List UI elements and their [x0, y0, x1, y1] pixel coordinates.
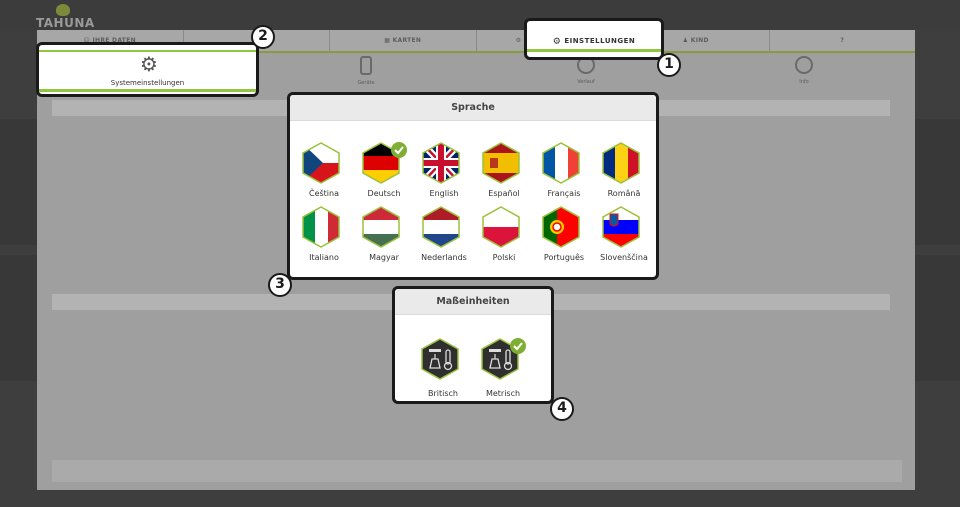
logo-mark	[56, 4, 70, 16]
backdrop-strip	[915, 255, 960, 381]
si-flag-icon	[602, 206, 640, 248]
language-option-hu[interactable]: Magyar	[354, 205, 414, 262]
app-logo: TAHUNA	[36, 4, 96, 30]
language-label: Italiano	[309, 253, 339, 262]
nl-flag-icon	[422, 206, 460, 248]
unit-label: Britisch	[428, 389, 458, 398]
language-option-it[interactable]: Italiano	[294, 205, 354, 262]
language-label: Deutsch	[367, 189, 401, 198]
system-settings-label: Systemeinstellungen	[110, 79, 185, 87]
tab-help[interactable]: ?	[768, 30, 916, 52]
units-title: Maßeinheiten	[395, 289, 551, 315]
language-label: Magyar	[369, 253, 399, 262]
it-flag-icon	[302, 206, 340, 248]
phone-icon	[360, 56, 372, 75]
language-option-pl[interactable]: Polski	[474, 205, 534, 262]
language-title: Sprache	[290, 95, 656, 121]
pt-flag-icon	[542, 206, 580, 248]
callout-badge-2: 2	[251, 25, 275, 49]
language-label: Español	[488, 189, 520, 198]
backdrop-strip	[0, 119, 37, 245]
sub-item-label: Verlauf	[577, 79, 595, 85]
units-panel: Maßeinheiten Britisch Metrisch	[392, 286, 554, 404]
tab-settings-label: EINSTELLUNGEN	[564, 37, 636, 45]
de-flag-icon	[362, 142, 407, 184]
info-icon	[795, 56, 813, 74]
system-settings-highlight[interactable]: ⚙ Systemeinstellungen	[36, 42, 259, 97]
imperial-units-icon	[421, 338, 459, 380]
language-option-fr[interactable]: Français	[534, 141, 594, 198]
language-option-es[interactable]: Español	[474, 141, 534, 198]
language-label: Čeština	[308, 189, 339, 198]
language-option-pt[interactable]: Português	[534, 205, 594, 262]
ro-flag-icon	[602, 142, 640, 184]
language-label: Français	[547, 189, 581, 198]
language-label: Slovenščina	[600, 253, 648, 262]
metric-units-icon	[481, 338, 526, 380]
hu-flag-icon	[362, 206, 400, 248]
language-option-cz[interactable]: Čeština	[294, 141, 354, 198]
gb-flag-icon	[422, 142, 460, 184]
gear-icon: ⚙	[140, 52, 158, 76]
callout-badge-4: 4	[550, 397, 574, 421]
language-option-si[interactable]: Slovenščina	[594, 205, 654, 262]
pl-flag-icon	[482, 206, 520, 248]
tab-maps[interactable]: ▦ KARTEN	[329, 30, 476, 52]
unit-option-metric[interactable]: Metrisch	[473, 337, 533, 398]
sub-item-info[interactable]: Info	[774, 56, 834, 85]
unit-option-imperial[interactable]: Britisch	[413, 337, 473, 398]
language-label: Nederlands	[421, 253, 467, 262]
fr-flag-icon	[542, 142, 580, 184]
accent-line	[39, 89, 256, 92]
callout-badge-1: 1	[657, 53, 681, 77]
sub-item-history[interactable]: Verlauf	[556, 56, 616, 85]
language-panel: Sprache Čeština Deutsch English Español Fran…	[287, 92, 659, 280]
footer-bar-dimmed	[52, 460, 902, 482]
language-option-ro[interactable]: Română	[594, 141, 654, 198]
screen: TAHUNA ☺ IHRE DATEN ▦ KARTEN ⚙ EINSTELLU…	[0, 0, 960, 507]
tab-settings[interactable]: ⚙ EINSTELLUNGEN	[527, 30, 661, 52]
settings-tab-highlight[interactable]: ⚙ EINSTELLUNGEN	[524, 18, 664, 60]
language-label: English	[429, 189, 459, 198]
callout-badge-3: 3	[268, 273, 292, 297]
sub-item-label: Info	[799, 79, 809, 85]
sub-item-devices[interactable]: Geräte	[336, 56, 396, 86]
logo-text: TAHUNA	[36, 16, 95, 30]
language-label: Polski	[492, 253, 516, 262]
sub-item-label: Geräte	[357, 80, 375, 86]
backdrop-strip	[915, 119, 960, 245]
language-option-de[interactable]: Deutsch	[354, 141, 414, 198]
language-option-nl[interactable]: Nederlands	[414, 205, 474, 262]
language-label: Română	[607, 189, 641, 198]
gear-icon: ⚙	[552, 37, 562, 47]
top-band	[0, 0, 960, 30]
es-flag-icon	[482, 142, 520, 184]
backdrop-strip	[0, 255, 37, 381]
cz-flag-icon	[302, 142, 340, 184]
unit-label: Metrisch	[485, 389, 521, 398]
language-option-gb[interactable]: English	[414, 141, 474, 198]
language-label: Português	[543, 253, 585, 262]
